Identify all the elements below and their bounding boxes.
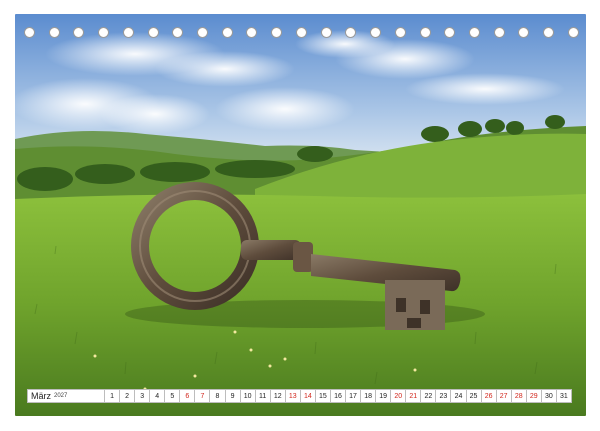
month-name: März	[31, 391, 51, 401]
binding-hole	[444, 26, 456, 38]
landscape-photo	[15, 14, 586, 416]
binding-hole	[73, 26, 85, 38]
binding-hole	[246, 26, 258, 38]
day-cell: 28	[511, 389, 527, 403]
binding-hole	[543, 26, 555, 38]
day-cell: 31	[556, 389, 572, 403]
binding-hole	[468, 26, 480, 38]
day-cell: 24	[451, 389, 467, 403]
binding-hole	[394, 26, 406, 38]
binding-hole	[345, 26, 357, 38]
day-cell: 14	[300, 389, 316, 403]
binding-hole	[295, 26, 307, 38]
binding-hole	[320, 26, 332, 38]
day-cell: 6	[180, 389, 196, 403]
day-cell: 27	[496, 389, 512, 403]
binding-hole	[493, 26, 505, 38]
month-label-box: März 2027	[27, 389, 105, 403]
binding-hole	[271, 26, 283, 38]
day-cell: 9	[225, 389, 241, 403]
day-cell: 26	[481, 389, 497, 403]
day-cells: 1 2 3 4 5 6 7 8 9 10 11 12 13 14 15 16 17 18 19 20 21 22 23 24 2…	[105, 389, 572, 403]
key-in-meadow-illustration	[15, 14, 586, 416]
calendar-strip: März 2027 1 2 3 4 5 6 7 8 9 10 11 12 13 14 15 16 17 18 19 2…	[27, 389, 572, 403]
day-cell: 16	[330, 389, 346, 403]
day-cell: 18	[361, 389, 377, 403]
day-cell: 30	[541, 389, 557, 403]
binding-hole	[48, 26, 60, 38]
year-label: 2027	[54, 393, 68, 399]
calendar-page: März 2027 1 2 3 4 5 6 7 8 9 10 11 12 13 14 15 16 17 18 19 2…	[0, 0, 600, 431]
day-cell: 29	[526, 389, 542, 403]
binding-hole	[197, 26, 209, 38]
day-cell: 25	[466, 389, 482, 403]
binding-hole	[419, 26, 431, 38]
day-cell: 4	[150, 389, 166, 403]
binding-hole	[122, 26, 134, 38]
day-cell: 22	[421, 389, 437, 403]
day-cell: 2	[120, 389, 136, 403]
binding-hole	[147, 26, 159, 38]
binding-hole	[370, 26, 382, 38]
day-cell: 17	[346, 389, 362, 403]
day-cell: 7	[195, 389, 211, 403]
binding-hole	[518, 26, 530, 38]
day-cell: 1	[105, 389, 121, 403]
day-cell: 8	[210, 389, 226, 403]
day-cell: 15	[315, 389, 331, 403]
day-cell: 5	[165, 389, 181, 403]
binding-hole	[172, 26, 184, 38]
day-cell: 3	[135, 389, 151, 403]
day-cell: 13	[285, 389, 301, 403]
day-cell: 19	[376, 389, 392, 403]
binding-hole	[221, 26, 233, 38]
day-cell: 20	[391, 389, 407, 403]
binding-hole	[24, 26, 35, 38]
day-cell: 11	[255, 389, 271, 403]
binding-hole	[567, 26, 579, 38]
day-cell: 23	[436, 389, 452, 403]
binding-hole	[98, 26, 110, 38]
day-cell: 12	[270, 389, 286, 403]
day-cell: 21	[406, 389, 422, 403]
binding-holes	[24, 25, 579, 39]
day-cell: 10	[240, 389, 256, 403]
